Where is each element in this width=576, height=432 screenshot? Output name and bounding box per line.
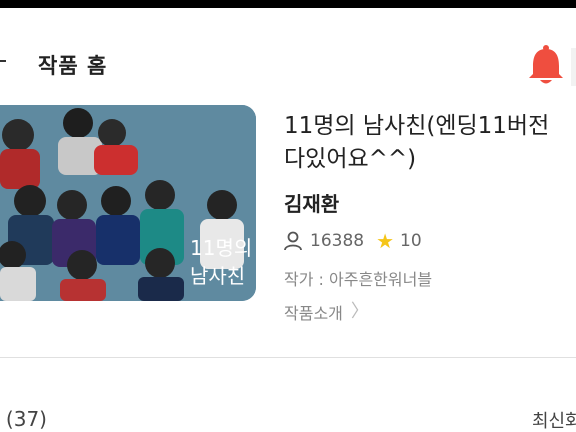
rating-value: 10 <box>400 231 422 251</box>
page-title: 작품 홈 <box>38 54 108 78</box>
back-arrow-icon[interactable] <box>0 60 6 62</box>
cover-image[interactable]: 11명의 남사친 <box>0 105 256 301</box>
status-bar <box>0 0 576 8</box>
episode-count: l (37) <box>0 407 47 431</box>
writer-credit: 작가 : 아주흔한워너블 <box>284 270 433 289</box>
section-divider <box>0 357 576 358</box>
view-count: 16388 <box>310 231 365 251</box>
intro-link-label: 작품소개 <box>284 304 343 323</box>
star-icon: ★ <box>376 229 395 253</box>
notification-bell-icon[interactable] <box>527 44 565 86</box>
top-header: 작품 홈 <box>0 8 576 88</box>
work-title: 11명의 남사친(엔딩11버전 다있어요^^) <box>284 113 550 172</box>
work-author: 김재환 <box>284 192 340 216</box>
header-edge <box>571 48 576 86</box>
person-icon <box>284 231 302 251</box>
cover-overlay-line2: 남사친 <box>190 264 245 288</box>
work-stats: 16388 ★ 10 <box>284 229 422 253</box>
intro-link[interactable]: 작품소개 〉 <box>284 300 369 324</box>
cover-overlay-line1: 11명의 <box>190 236 252 260</box>
sort-button[interactable]: 최신화 <box>532 407 576 432</box>
chevron-right-icon: 〉 <box>350 301 369 322</box>
